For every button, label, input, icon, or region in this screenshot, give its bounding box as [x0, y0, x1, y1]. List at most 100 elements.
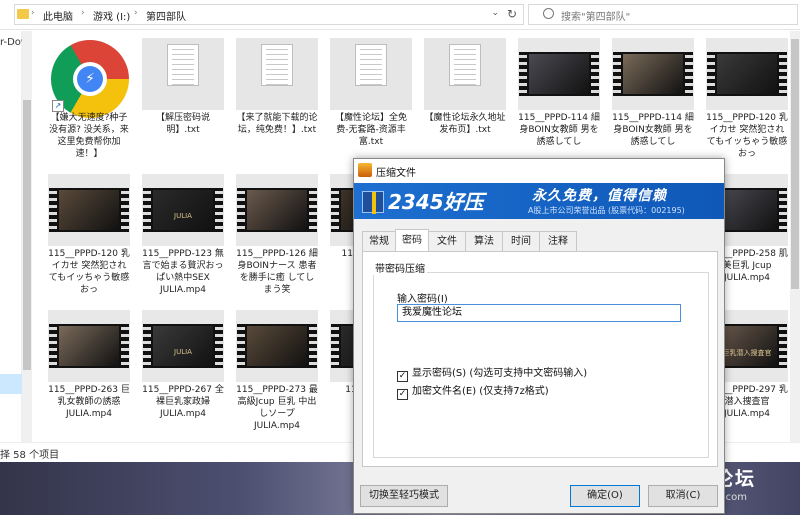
text-file-item[interactable]: 【魔性论坛】全免费-无套路-资源丰富.txt	[330, 38, 412, 162]
content-scrollbar[interactable]	[790, 31, 800, 442]
checkbox-checked-icon[interactable]: ✓	[397, 389, 408, 400]
file-thumbnail	[142, 38, 224, 110]
encrypt-filenames-label: 加密文件名(E) (仅支持7z格式)	[412, 386, 549, 397]
sidebar-selected-item[interactable]	[0, 374, 22, 394]
address-row: › 此电脑 › 游戏 (I:) › 第四部队 ⌄ ↻ 搜索"第四部队"	[0, 0, 800, 30]
chevron-down-icon[interactable]: ⌄	[491, 8, 499, 18]
search-icon	[543, 8, 554, 19]
archive-app-icon	[358, 163, 372, 177]
video-file-item[interactable]: 115__PPPD-263 巨乳女教師の誘惑 JULIA.mp4	[48, 310, 130, 434]
video-filmstrip-icon	[237, 324, 317, 368]
video-caption: JULIA	[174, 212, 192, 220]
video-filmstrip-icon	[613, 52, 693, 96]
chevron-right-icon: ›	[31, 8, 35, 18]
text-document-icon	[449, 44, 481, 86]
file-name: 【解压密码说明】.txt	[155, 113, 210, 135]
brand-subtext: A股上市公司荣誉出品 (股票代码：002195)	[528, 206, 685, 215]
file-name: 115__PPPD-114 細身BOIN女教師 男を誘惑してし	[518, 113, 600, 147]
video-file-item[interactable]: 115__PPPD-120 乳イカせ 突然犯されてもイッちゃう敏感おっ	[706, 38, 788, 162]
encrypt-filenames-checkbox[interactable]: ✓ 加密文件名(E) (仅支持7z格式)	[397, 382, 549, 400]
tab-2[interactable]: 文件	[428, 231, 466, 251]
file-thumbnail	[612, 38, 694, 110]
text-file-item[interactable]: 【魔性论坛永久地址发布页】.txt	[424, 38, 506, 162]
item-count: 择 58 个项目	[0, 450, 60, 461]
video-file-item[interactable]: 115__PPPD-120 乳イカせ 突然犯されてもイッちゃう敏感おっ	[48, 174, 130, 298]
file-thumbnail	[48, 174, 130, 246]
tab-4[interactable]: 时间	[502, 231, 540, 251]
file-name: 115__PPPD-126 細身BOINナース 患者を勝手に癒 してしまう笑	[236, 249, 318, 295]
video-file-item[interactable]: 115__PPPD-114 細身BOIN女教師 男を誘惑してし	[518, 38, 600, 162]
refresh-icon[interactable]: ↻	[507, 7, 517, 21]
compress-dialog: 压缩文件 2345好压 永久免费，值得信赖 A股上市公司荣誉出品 (股票代码：0…	[353, 158, 725, 514]
cancel-button[interactable]: 取消(C)	[648, 485, 718, 507]
breadcrumb-this-pc[interactable]: 此电脑	[43, 8, 73, 23]
brand-banner: 2345好压 永久免费，值得信赖 A股上市公司荣誉出品 (股票代码：002195…	[354, 183, 724, 219]
tab-1[interactable]: 密码	[395, 229, 429, 251]
file-name: 115__PPPD-123 無言で始まる贅沢おっぱい熱中SEX JULIA.mp…	[142, 249, 224, 295]
search-placeholder: 搜索"第四部队"	[561, 12, 631, 23]
folder-icon	[17, 9, 29, 19]
video-caption: JULIA	[174, 348, 192, 356]
dialog-titlebar[interactable]: 压缩文件	[354, 159, 724, 183]
file-name: 【来了就能下载的论坛，纯免费！】.txt	[236, 113, 318, 135]
file-thumbnail	[706, 38, 788, 110]
show-password-label: 显示密码(S) (勾选可支持中文密码输入)	[412, 368, 588, 379]
breadcrumb-folder[interactable]: 第四部队	[146, 8, 186, 23]
video-filmstrip-icon	[49, 188, 129, 232]
content-scrollbar-thumb[interactable]	[791, 39, 799, 289]
video-file-item[interactable]: JULIA 115__PPPD-123 無言で始まる贅沢おっぱい熱中SEX JUL…	[142, 174, 224, 298]
nav-scrollbar-thumb[interactable]	[23, 100, 31, 370]
file-thumbnail	[236, 38, 318, 110]
file-name: 115__PPPD-263 巨乳女教師の誘惑 JULIA.mp4	[48, 385, 130, 419]
text-document-icon	[167, 44, 199, 86]
file-name: 【魔性论坛】全免费-无套路-资源丰富.txt	[334, 113, 407, 147]
file-name: 115__PPPD-273 最高級Jcup 巨乳 中出しソープ JULIA.mp…	[236, 385, 318, 431]
address-bar[interactable]: › 此电脑 › 游戏 (I:) › 第四部队 ⌄ ↻	[14, 4, 524, 25]
file-thumbnail	[424, 38, 506, 110]
file-thumbnail	[518, 38, 600, 110]
password-label: 输入密码(I)	[397, 294, 448, 305]
video-filmstrip-icon	[707, 52, 787, 96]
file-name: 115__PPPD-267 全裸巨乳家政婦 JULIA.mp4	[142, 385, 224, 419]
breadcrumb-drive[interactable]: 游戏 (I:)	[93, 8, 130, 23]
shortcut-file-item[interactable]: ⚡ ↗ 【嫌大无速度?种子没有源? 没关系，来这里免费帮你加速！】	[48, 38, 130, 162]
file-name: 115__PPPD-120 乳イカせ 突然犯されてもイッちゃう敏感おっ	[48, 249, 130, 295]
video-file-item[interactable]: 115__PPPD-114 細身BOIN女教師 男を誘惑してし	[612, 38, 694, 162]
dialog-title: 压缩文件	[376, 168, 416, 179]
tab-0[interactable]: 常规	[362, 231, 396, 251]
file-name: 115__PPPD-120 乳イカせ 突然犯されてもイッちゃう敏感おっ	[706, 113, 788, 159]
ok-button[interactable]: 确定(O)	[570, 485, 640, 507]
video-filmstrip-icon	[519, 52, 599, 96]
password-input[interactable]: 我爱魔性论坛	[397, 304, 681, 322]
video-caption: 巨乳潜入捜査官	[722, 349, 772, 357]
file-thumbnail	[236, 174, 318, 246]
text-file-item[interactable]: 【解压密码说明】.txt	[142, 38, 224, 162]
file-thumbnail	[330, 38, 412, 110]
tab-5[interactable]: 注释	[539, 231, 577, 251]
brand-slogan: 永久免费，值得信赖	[532, 188, 667, 204]
shortcut-arrow-icon: ↗	[52, 100, 64, 112]
video-file-item[interactable]: 115__PPPD-273 最高級Jcup 巨乳 中出しソープ JULIA.mp…	[236, 310, 318, 434]
group-title: 带密码压缩	[373, 260, 427, 275]
file-thumbnail	[236, 310, 318, 382]
video-file-item[interactable]: JULIA 115__PPPD-267 全裸巨乳家政婦 JULIA.mp4	[142, 310, 224, 434]
text-file-item[interactable]: 【来了就能下载的论坛，纯免费！】.txt	[236, 38, 318, 162]
file-thumbnail: ⚡ ↗	[48, 38, 130, 118]
checkbox-checked-icon[interactable]: ✓	[397, 371, 408, 382]
file-name: 115__PPPD-114 細身BOIN女教師 男を誘惑してし	[612, 113, 694, 147]
text-document-icon	[261, 44, 293, 86]
video-filmstrip-icon: JULIA	[143, 188, 223, 232]
tab-3[interactable]: 算法	[465, 231, 503, 251]
video-filmstrip-icon	[49, 324, 129, 368]
show-password-checkbox[interactable]: ✓ 显示密码(S) (勾选可支持中文密码输入)	[397, 364, 587, 382]
file-thumbnail	[48, 310, 130, 382]
chevron-right-icon: ›	[134, 8, 138, 18]
video-filmstrip-icon	[237, 188, 317, 232]
text-document-icon	[355, 44, 387, 86]
password-panel: 带密码压缩 输入密码(I) 我爱魔性论坛 ✓ 显示密码(S) (勾选可支持中文密码…	[362, 251, 718, 467]
search-input[interactable]: 搜索"第四部队"	[528, 4, 798, 25]
switch-lite-mode-button[interactable]: 切换至轻巧模式	[360, 485, 448, 507]
file-thumbnail: JULIA	[142, 310, 224, 382]
video-file-item[interactable]: 115__PPPD-126 細身BOINナース 患者を勝手に癒 してしまう笑	[236, 174, 318, 298]
file-thumbnail: JULIA	[142, 174, 224, 246]
